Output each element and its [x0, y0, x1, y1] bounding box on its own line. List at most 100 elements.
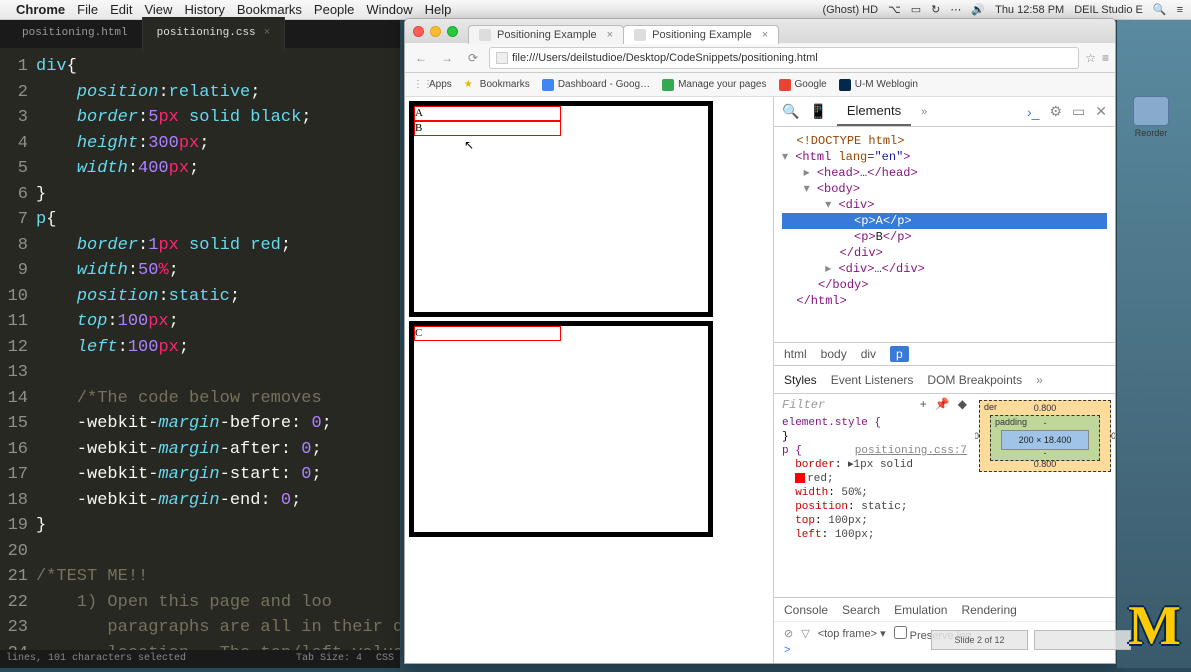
close-devtools-icon[interactable]: ✕ [1095, 103, 1107, 120]
browser-tab[interactable]: Positioning Example× [468, 25, 624, 44]
zoom-window-button[interactable] [447, 26, 458, 37]
bookmark-icon [839, 79, 851, 91]
bookmark-item[interactable]: Dashboard - Goog… [542, 79, 650, 91]
notifications-icon[interactable]: ≡ [1177, 4, 1183, 16]
slide-next[interactable] [1034, 630, 1131, 650]
menu-icon[interactable]: ≡ [1102, 51, 1109, 65]
bookmarks-bar: ⋮⋮Apps ★Bookmarks Dashboard - Goog… Manage … [405, 73, 1115, 97]
menu-history[interactable]: History [184, 2, 224, 17]
styles-pane[interactable]: Filter + 📌 ◆ element.style { } p {positi… [774, 394, 975, 597]
tab-eventlisteners[interactable]: Event Listeners [831, 373, 914, 387]
demo-p-c: C [414, 326, 561, 341]
minimize-window-button[interactable] [430, 26, 441, 37]
device-icon[interactable]: 📱 [809, 103, 826, 120]
folder-label: Reorder [1131, 128, 1171, 138]
console-toggle-icon[interactable]: ›_ [1027, 104, 1039, 120]
favicon-icon [479, 29, 491, 41]
dock-icon[interactable]: ▭ [1072, 103, 1085, 120]
elements-tree[interactable]: <!DOCTYPE html> ▾ <html lang="en"> ▸ <he… [774, 127, 1115, 342]
menu-people[interactable]: People [314, 2, 354, 17]
editor-body[interactable]: 123456789101112131415161718192021222324 … [0, 48, 400, 666]
frame-selector[interactable]: <top frame> ▾ [818, 627, 886, 640]
bookmark-item[interactable]: ⋮⋮Apps [413, 79, 452, 91]
bookmark-item[interactable]: Manage your pages [662, 79, 766, 91]
display-icon[interactable]: ▭ [911, 3, 921, 16]
editor-statusbar: lines, 101 characters selected Tab Size:… [0, 650, 400, 668]
styles-filter-input[interactable]: Filter [782, 398, 912, 412]
editor-tab-css[interactable]: positioning.css× [143, 17, 286, 51]
crumb-html[interactable]: html [784, 347, 807, 361]
bookmark-item[interactable]: U-M Weblogin [839, 79, 918, 91]
settings-icon[interactable]: ⚙ [1049, 103, 1062, 120]
boxmodel-content: 200 × 18.400 [1001, 430, 1089, 450]
more-tabs-icon[interactable]: » [921, 106, 927, 118]
toggle-icon[interactable]: ◆ [958, 398, 967, 412]
devtools-toolbar: 🔍 📱 Elements » ›_ ⚙ ▭ ✕ [774, 97, 1115, 127]
tab-styles[interactable]: Styles [784, 373, 817, 387]
crumb-body[interactable]: body [821, 347, 847, 361]
chrome-titlebar[interactable]: Positioning Example× Positioning Example… [405, 19, 1115, 43]
tab-dombreakpoints[interactable]: DOM Breakpoints [927, 373, 1022, 387]
page-viewport[interactable]: A B ↖ C [405, 97, 773, 663]
editor-tab-html[interactable]: positioning.html [8, 17, 143, 51]
demo-p-a: A [414, 106, 561, 121]
browser-tab-active[interactable]: Positioning Example× [623, 25, 779, 44]
clock[interactable]: Thu 12:58 PM [995, 4, 1064, 16]
menu-file[interactable]: File [77, 2, 98, 17]
filter-console-icon[interactable]: ▽ [801, 627, 809, 640]
reload-button[interactable]: ⟳ [463, 51, 483, 65]
inspect-icon[interactable]: 🔍 [782, 103, 799, 120]
close-tab-icon[interactable]: × [762, 29, 768, 41]
drawer-console[interactable]: Console [784, 603, 828, 617]
source-link[interactable]: positioning.css:7 [855, 444, 967, 458]
url-bar[interactable]: file:///Users/deilstudioe/Desktop/CodeSn… [489, 47, 1079, 69]
close-tab-icon[interactable]: × [607, 29, 613, 41]
drawer-emulation[interactable]: Emulation [894, 603, 947, 617]
bookmark-icon [779, 79, 791, 91]
bluetooth-icon[interactable]: ⌥ [888, 3, 901, 16]
timemachine-icon[interactable]: ↻ [931, 3, 940, 16]
desktop-folder[interactable]: Reorder [1131, 96, 1171, 138]
bookmark-item[interactable]: ★Bookmarks [464, 79, 530, 91]
menu-bookmarks[interactable]: Bookmarks [237, 2, 302, 17]
drawer-tabs: Console Search Emulation Rendering [774, 597, 1115, 621]
menu-edit[interactable]: Edit [110, 2, 132, 17]
new-rule-icon[interactable]: + [920, 398, 927, 412]
tab-elements[interactable]: Elements [837, 97, 911, 126]
slide-label[interactable]: Slide 2 of 12 [931, 630, 1028, 650]
bookmark-icon: ★ [464, 79, 476, 91]
close-window-button[interactable] [413, 26, 424, 37]
close-icon[interactable]: × [264, 27, 271, 39]
file-icon [496, 52, 508, 64]
volume-icon[interactable]: 🔊 [971, 3, 985, 16]
star-icon[interactable]: ☆ [1085, 51, 1096, 65]
app-name[interactable]: Chrome [16, 2, 65, 17]
spotlight-icon[interactable]: 🔍 [1153, 3, 1167, 16]
drawer-rendering[interactable]: Rendering [961, 603, 1016, 617]
back-button[interactable]: ← [411, 51, 431, 65]
devtools-panel: 🔍 📱 Elements » ›_ ⚙ ▭ ✕ <!DOCTYPE html> … [773, 97, 1115, 663]
demo-p-b: B [414, 121, 561, 136]
clear-console-icon[interactable]: ⊘ [784, 627, 793, 640]
pin-icon[interactable]: 📌 [935, 398, 950, 412]
browser-tabstrip: Positioning Example× Positioning Example… [468, 19, 778, 43]
editor-code[interactable]: div{ position:relative; border:5px solid… [36, 54, 400, 666]
crumb-div[interactable]: div [861, 347, 876, 361]
bookmark-item[interactable]: Google [779, 79, 827, 91]
bookmark-icon [542, 79, 554, 91]
status-user: (Ghost) HD [822, 4, 878, 16]
um-logo: M [1128, 594, 1175, 658]
bookmark-icon: ⋮⋮ [413, 79, 425, 91]
url-text: file:///Users/deilstudioe/Desktop/CodeSn… [512, 52, 818, 64]
menu-view[interactable]: View [144, 2, 172, 17]
menu-help[interactable]: Help [425, 2, 452, 17]
crumb-p[interactable]: p [890, 346, 909, 362]
wifi-icon[interactable]: ⋯ [950, 3, 961, 16]
drawer-search[interactable]: Search [842, 603, 880, 617]
box-model[interactable]: der 0.800 padding - 200 × 18.400 - 0.800… [975, 394, 1115, 597]
selected-dom-node[interactable]: <p>A</p> [782, 213, 1107, 229]
account[interactable]: DEIL Studio E [1074, 4, 1143, 16]
forward-button[interactable]: → [437, 51, 457, 65]
menu-window[interactable]: Window [366, 2, 412, 17]
more-styles-tabs-icon[interactable]: » [1036, 373, 1043, 387]
